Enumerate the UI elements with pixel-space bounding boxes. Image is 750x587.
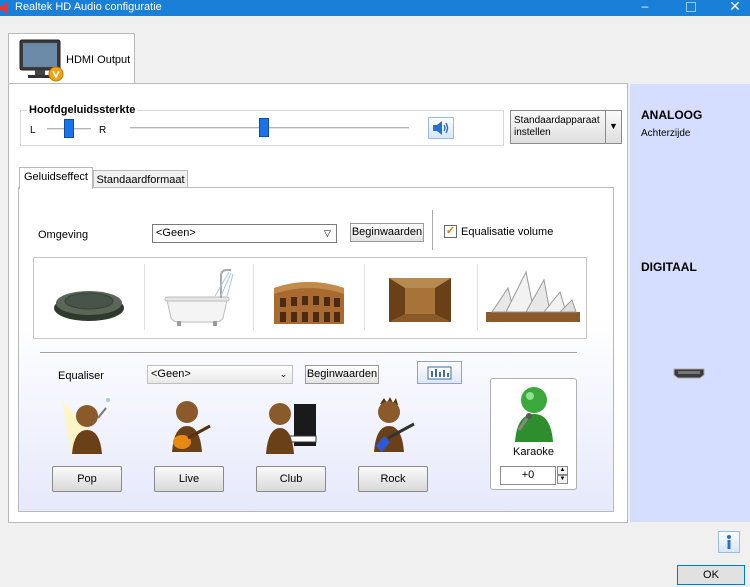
stone-icon — [54, 291, 124, 321]
rock-figure — [362, 396, 422, 461]
hdmi-port-icon[interactable] — [673, 368, 705, 379]
graphic-equalizer-button[interactable] — [417, 361, 462, 384]
analog-subtitle: Achterzijde — [641, 128, 691, 139]
close-button[interactable]: ✕ — [720, 0, 750, 16]
minimize-button[interactable]: – — [630, 0, 660, 16]
environment-label: Omgeving — [38, 229, 89, 241]
section-divider — [40, 352, 577, 354]
eq-preset-pop-button[interactable]: Pop — [52, 466, 122, 492]
title-bar: Realtek HD Audio configuratie – ✕ — [0, 0, 750, 16]
volume-slider[interactable] — [259, 118, 269, 137]
eq-preset-club-button[interactable]: Club — [256, 466, 326, 492]
pop-singer-icon — [62, 398, 110, 458]
karaoke-label: Karaoke — [513, 446, 554, 458]
equalizer-reset-button[interactable]: Beginwaarden — [305, 365, 379, 384]
volume-track — [130, 127, 409, 130]
karaoke-singer-icon — [515, 387, 553, 442]
eq-preset-live-button[interactable]: Live — [154, 466, 224, 492]
balance-slider[interactable] — [64, 119, 74, 138]
device-tab-hdmi-output[interactable]: HDMI Output — [8, 33, 135, 85]
environment-reset-button[interactable]: Beginwaarden — [350, 223, 424, 242]
opera-house-icon — [486, 270, 580, 322]
club-figure — [260, 396, 320, 461]
chevron-down-icon: ⌄ — [279, 369, 288, 379]
environment-preset-stone[interactable] — [34, 258, 144, 338]
speaker-icon — [433, 121, 449, 135]
bathtub-icon — [164, 269, 234, 326]
monitor-icon — [19, 39, 64, 82]
set-default-device-label: Standaardapparaat instellen — [514, 115, 600, 138]
equalizer-label: Equaliser — [58, 370, 104, 382]
eq-preset-rock-button[interactable]: Rock — [358, 466, 428, 492]
mute-button[interactable] — [428, 117, 454, 139]
environment-preset-stone-room[interactable] — [365, 258, 477, 338]
environment-presets — [33, 257, 587, 339]
environment-select[interactable]: <Geen> ▽ — [152, 224, 337, 243]
balance-right-label: R — [99, 125, 107, 136]
ok-button[interactable]: OK — [677, 565, 745, 585]
eq-volume-label: Equalisatie volume — [461, 226, 554, 238]
karaoke-increase-button[interactable]: ▲ — [557, 466, 568, 475]
digital-title: DIGITAAL — [641, 260, 697, 274]
live-figure — [160, 396, 220, 461]
karaoke-decrease-button[interactable]: ▼ — [557, 475, 568, 484]
karaoke-panel: Karaoke +0 ▲ ▼ — [490, 378, 577, 490]
maximize-button[interactable] — [676, 0, 706, 16]
master-volume-title: Hoofdgeluidssterkte — [27, 104, 138, 116]
speaker-app-icon — [0, 2, 7, 14]
stone-room-icon — [389, 278, 451, 322]
info-icon — [727, 535, 731, 549]
environment-preset-bathroom[interactable] — [145, 258, 253, 338]
karaoke-value-field[interactable]: +0 — [500, 466, 556, 485]
equalizer-selected-value: <Geen> — [151, 368, 191, 380]
pop-figure — [58, 396, 118, 461]
window-title: Realtek HD Audio configuratie — [15, 1, 162, 13]
chevron-down-icon: ▽ — [324, 228, 331, 238]
info-button[interactable] — [718, 531, 740, 553]
equalizer-select[interactable]: <Geen> ⌄ — [147, 365, 293, 384]
colosseum-icon — [274, 282, 344, 324]
divider — [432, 210, 433, 250]
set-default-device-button[interactable]: Standaardapparaat instellen ▼ — [510, 110, 622, 144]
tab-sound-effect[interactable]: Geluidseffect — [19, 167, 93, 189]
equalizer-icon — [427, 366, 452, 380]
rock-guitarist-icon — [374, 397, 415, 452]
environment-preset-colosseum[interactable] — [254, 258, 364, 338]
maximize-icon — [686, 2, 696, 12]
connector-side-panel: ANALOOG Achterzijde DIGITAAL — [630, 84, 750, 522]
eq-volume-checkbox[interactable]: ✓ — [444, 225, 457, 238]
analog-title: ANALOOG — [641, 108, 703, 122]
balance-left-label: L — [30, 125, 36, 136]
dropdown-arrow-icon[interactable]: ▼ — [605, 111, 621, 143]
piano-player-icon — [266, 403, 317, 454]
environment-preset-opera-house[interactable] — [478, 258, 587, 338]
environment-selected-value: <Geen> — [156, 227, 196, 239]
device-tab-label: HDMI Output — [66, 54, 131, 66]
guitar-player-icon — [172, 401, 211, 452]
